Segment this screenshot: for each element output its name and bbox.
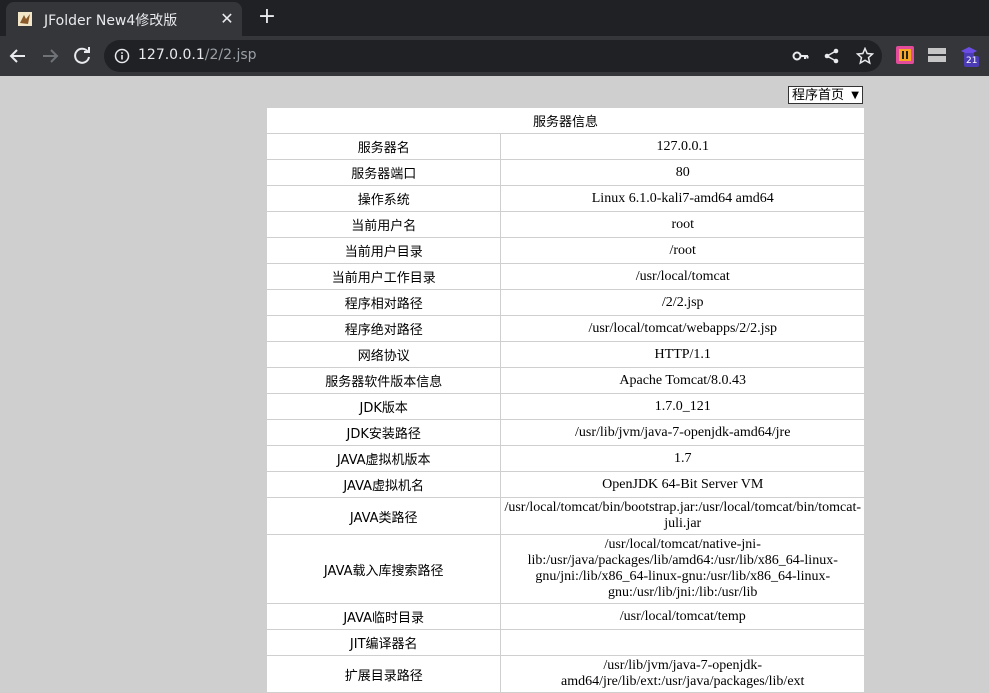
row-label: JAVA虚拟机版本 — [265, 445, 502, 472]
extension-badge: 21 — [964, 56, 980, 67]
row-value: 1.7.0_121 — [500, 393, 865, 420]
row-value — [500, 629, 865, 656]
row-value: Linux 6.1.0-kali7-amd64 amd64 — [500, 185, 865, 212]
row-value: /usr/local/tomcat/bin/bootstrap.jar:/usr… — [500, 497, 865, 535]
row-value: /2/2.jsp — [500, 289, 865, 316]
table-row: JAVA载入库搜索路径/usr/local/tomcat/native-jni-… — [265, 534, 865, 604]
table-row: 网络协议 HTTP/1.1 — [265, 341, 865, 368]
row-label: JDK版本 — [265, 393, 502, 420]
row-value: 1.7 — [500, 445, 865, 472]
row-value: /usr/local/tomcat/webapps/2/2.jsp — [500, 315, 865, 342]
jfolder-favicon-icon — [18, 12, 32, 26]
tab-title: JFolder New4修改版 — [44, 13, 178, 29]
table-row: JDK安装路径/usr/lib/jvm/java-7-openjdk-amd64… — [265, 419, 865, 446]
table-row: 当前用户工作目录/usr/local/tomcat — [265, 263, 865, 290]
new-tab-icon[interactable]: + — [256, 6, 278, 28]
row-label: 服务器软件版本信息 — [265, 367, 502, 394]
program-home-select[interactable]: 程序首页 ▼ — [788, 86, 863, 104]
table-row: 服务器端口 80 — [265, 159, 865, 186]
browser-tab[interactable]: JFolder New4修改版 ✕ — [6, 2, 242, 36]
row-label: JAVA类路径 — [265, 497, 502, 535]
table-row: 程序相对路径/2/2.jsp — [265, 289, 865, 316]
table-row: 操作系统 Linux 6.1.0-kali7-amd64 amd64 — [265, 185, 865, 212]
chevron-down-icon: ▼ — [851, 90, 859, 101]
row-value: Apache Tomcat/8.0.43 — [500, 367, 865, 394]
tab-strip: JFolder New4修改版 ✕ + — [0, 0, 989, 36]
row-label: 程序绝对路径 — [265, 315, 502, 342]
row-value: 80 — [500, 159, 865, 186]
row-label: JAVA临时目录 — [265, 603, 502, 630]
row-value: HTTP/1.1 — [500, 341, 865, 368]
row-label: JDK安装路径 — [265, 419, 502, 446]
address-bar[interactable]: 127.0.0.1/2/2.jsp — [104, 40, 882, 72]
share-icon[interactable] — [823, 47, 841, 65]
row-value: /usr/lib/jvm/java-7-openjdk-amd64/jre — [500, 419, 865, 446]
row-value: OpenJDK 64-Bit Server VM — [500, 471, 865, 498]
row-label: 当前用户名 — [265, 211, 502, 238]
row-label: 网络协议 — [265, 341, 502, 368]
table-row: JDK版本 1.7.0_121 — [265, 393, 865, 420]
key-icon[interactable] — [792, 47, 810, 65]
row-label: 程序相对路径 — [265, 289, 502, 316]
url-host: 127.0.0.1 — [138, 47, 205, 63]
row-value: 127.0.0.1 — [500, 133, 865, 160]
extension-2-icon[interactable] — [928, 46, 946, 64]
table-row: JAVA临时目录/usr/local/tomcat/temp — [265, 603, 865, 630]
table-row: 服务器名 127.0.0.1 — [265, 133, 865, 160]
row-label: 当前用户目录 — [265, 237, 502, 264]
table-row: JAVA类路径/usr/local/tomcat/bin/bootstrap.j… — [265, 497, 865, 535]
url-text[interactable]: 127.0.0.1/2/2.jsp — [138, 47, 257, 63]
table-row: JAVA虚拟机版本 1.7 — [265, 445, 865, 472]
row-label: 操作系统 — [265, 185, 502, 212]
select-value: 程序首页 — [792, 88, 845, 103]
row-label: 服务器端口 — [265, 159, 502, 186]
row-value: /usr/local/tomcat — [500, 263, 865, 290]
row-value: /usr/local/tomcat/native-jni-lib:/usr/ja… — [500, 534, 865, 604]
row-value: /usr/local/tomcat/temp — [500, 603, 865, 630]
row-value: /usr/lib/jvm/java-7-openjdk-amd64/jre/li… — [500, 655, 865, 693]
table-row: 扩展目录路径/usr/lib/jvm/java-7-openjdk-amd64/… — [265, 655, 865, 693]
page-content: 程序首页 ▼ 服务器信息 服务器名 127.0.0.1 服务器端口 80 操作系统 Lin… — [0, 76, 989, 693]
table-row: 程序绝对路径/usr/local/tomcat/webapps/2/2.jsp — [265, 315, 865, 342]
table-body: 服务器名 127.0.0.1 服务器端口 80 操作系统 Linux 6.1.0-kali… — [265, 133, 865, 693]
bookmark-star-icon[interactable] — [856, 47, 874, 65]
site-info-icon[interactable] — [114, 48, 130, 64]
row-label: JIT编译器名 — [265, 629, 502, 656]
row-label: JAVA载入库搜索路径 — [265, 534, 502, 604]
table-row: 服务器软件版本信息 Apache Tomcat/8.0.43 — [265, 367, 865, 394]
row-label: 服务器名 — [265, 133, 502, 160]
forward-icon[interactable] — [38, 44, 62, 68]
row-label: 当前用户工作目录 — [265, 263, 502, 290]
tab-close-icon[interactable]: ✕ — [218, 10, 236, 28]
back-icon[interactable] — [6, 44, 30, 68]
server-info-table: 服务器信息 服务器名 127.0.0.1 服务器端口 80 操作系统 Linux 6.1.… — [265, 107, 865, 693]
row-label: 扩展目录路径 — [265, 655, 502, 693]
browser-toolbar: 127.0.0.1/2/2.jsp 21 — [0, 36, 989, 76]
extension-1-icon[interactable] — [896, 46, 914, 64]
table-row: JIT编译器名 — [265, 629, 865, 656]
row-value: /root — [500, 237, 865, 264]
reload-icon[interactable] — [70, 44, 94, 68]
table-row: 当前用户目录/root — [265, 237, 865, 264]
table-row: 当前用户名 root — [265, 211, 865, 238]
browser-chrome: JFolder New4修改版 ✕ + 127.0.0.1/2/2.jsp 21 — [0, 0, 989, 76]
table-row: JAVA虚拟机名 OpenJDK 64-Bit Server VM — [265, 471, 865, 498]
url-path: /2/2.jsp — [204, 47, 257, 63]
row-value: root — [500, 211, 865, 238]
table-header: 服务器信息 — [266, 107, 865, 134]
row-label: JAVA虚拟机名 — [265, 471, 502, 498]
